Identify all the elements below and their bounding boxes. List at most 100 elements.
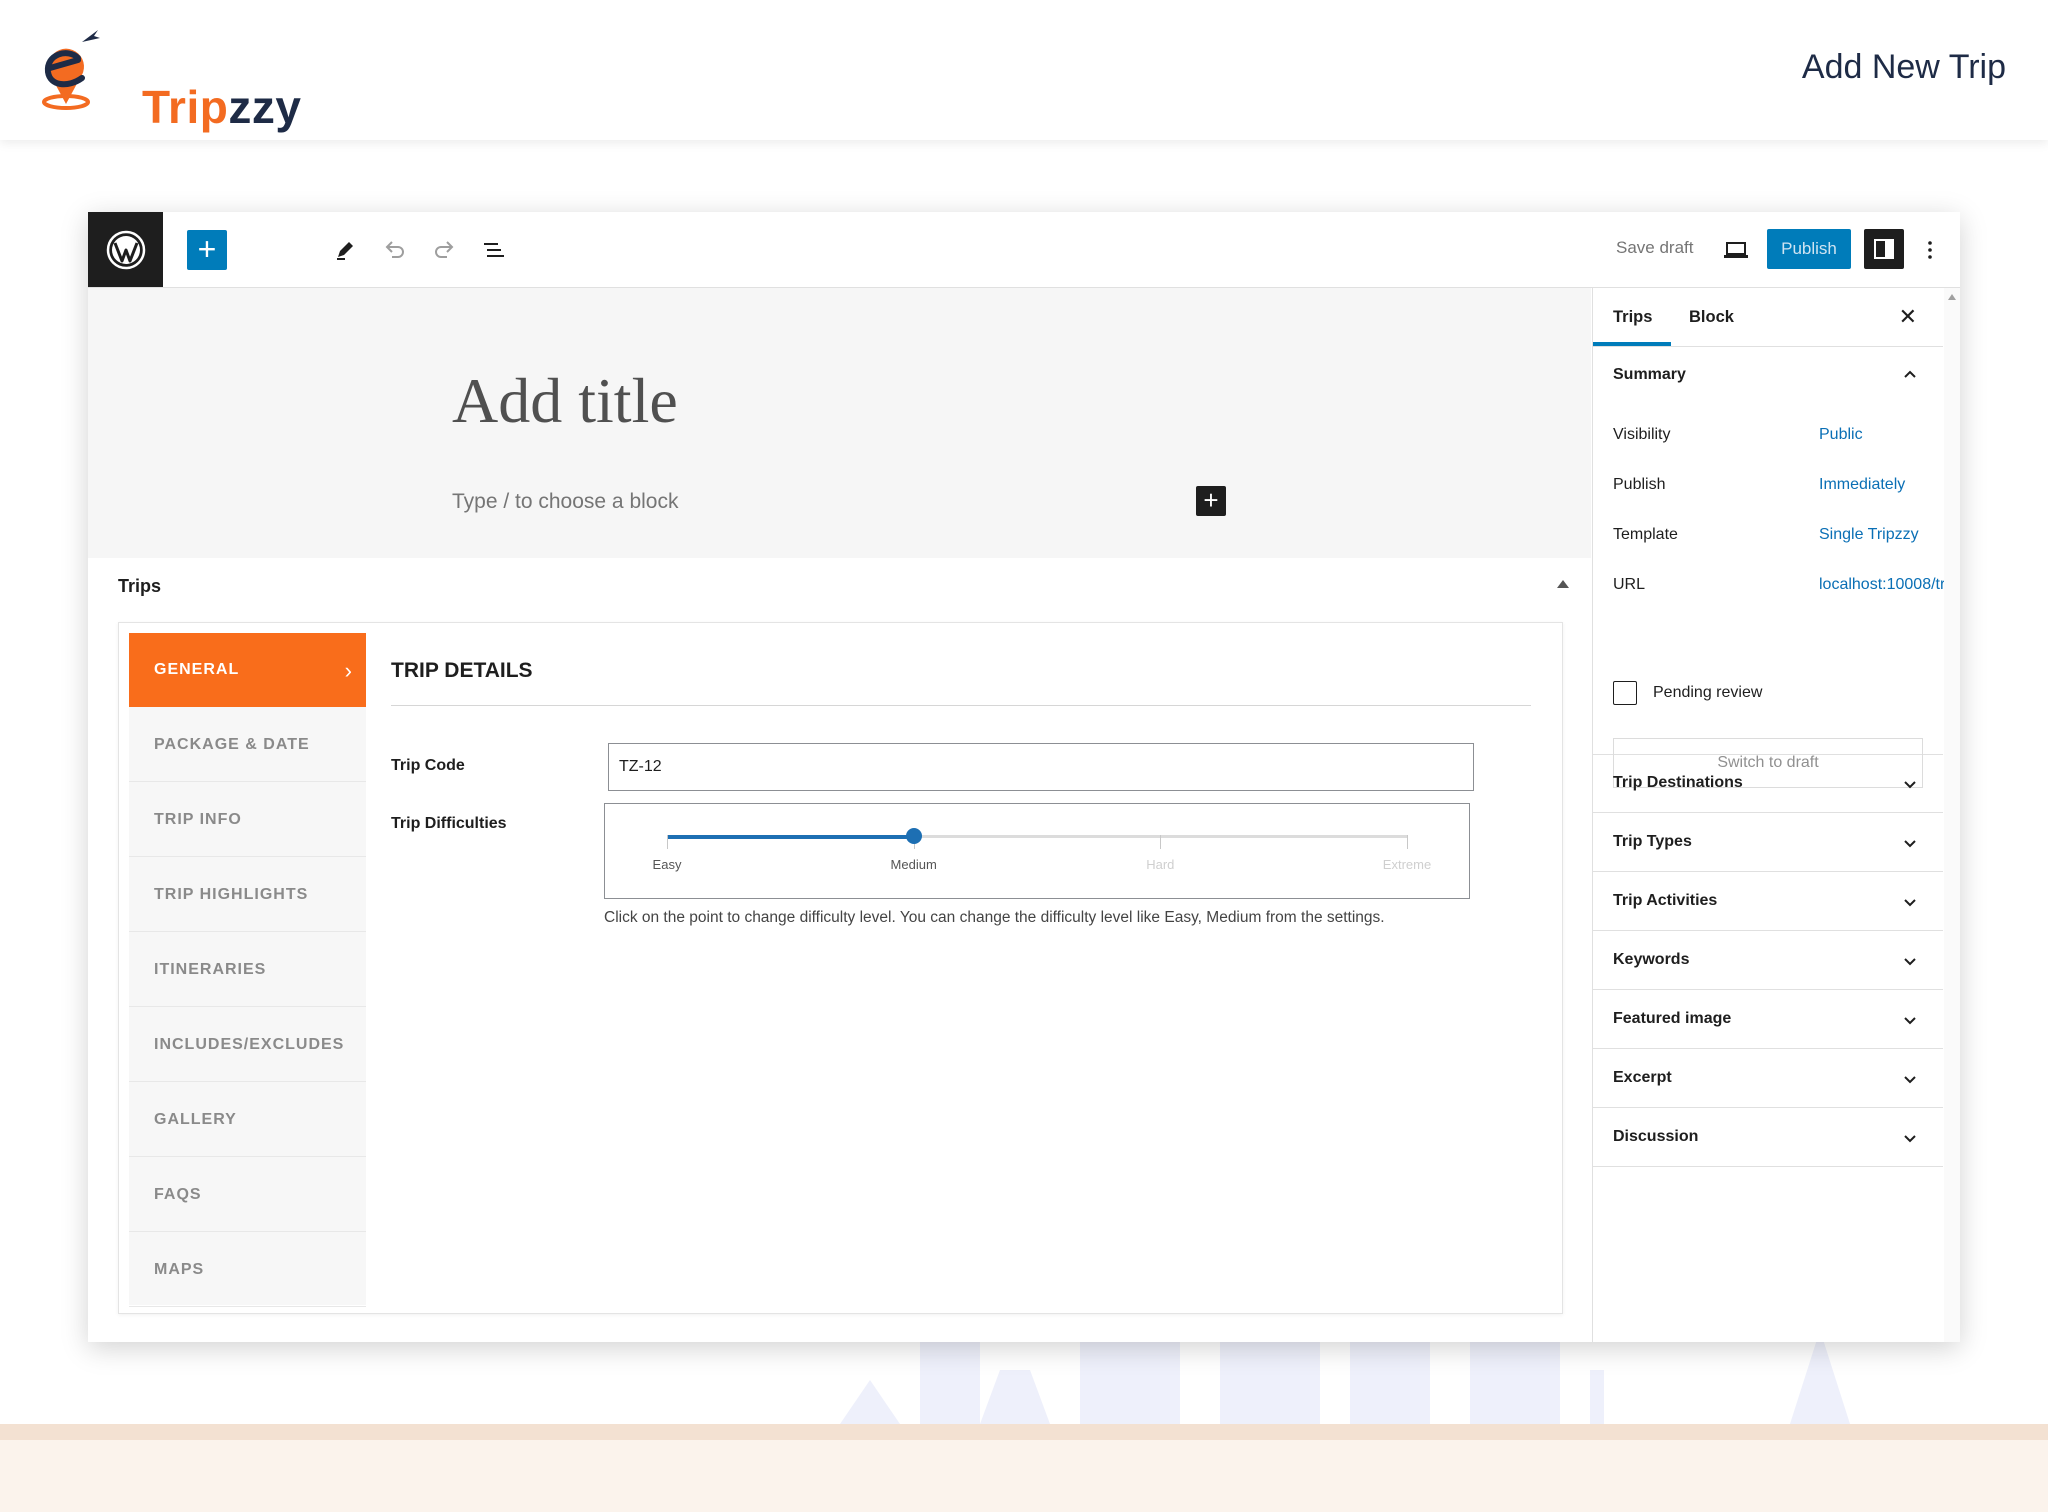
slider-thumb[interactable] [905, 828, 922, 844]
skyline-decoration-icon [840, 1330, 1850, 1424]
tab-general[interactable]: GENERAL › [129, 633, 366, 707]
wordpress-icon[interactable] [88, 212, 163, 287]
tab-gallery[interactable]: GALLERY [129, 1083, 366, 1157]
tripzzy-logo[interactable]: Tripzzy [38, 28, 301, 133]
chevron-down-icon [1904, 958, 1916, 966]
trip-details-title: TRIP DETAILS [391, 659, 533, 682]
tab-label: MAPS [154, 1261, 205, 1278]
chevron-up-icon[interactable] [1901, 366, 1919, 384]
editor-canvas: Add title Type / to choose a block + [88, 288, 1591, 559]
chevron-down-icon [1904, 781, 1916, 789]
template-value[interactable]: Single Tripzzy [1819, 526, 1919, 544]
plus-icon[interactable]: + [187, 230, 227, 270]
panel-title: Trip Types [1613, 833, 1692, 850]
tab-label: ITINERARIES [154, 961, 267, 978]
trip-code-input[interactable] [608, 743, 1474, 791]
sidebar-scrollbar[interactable] [1944, 288, 1960, 1342]
pending-review-label[interactable]: Pending review [1653, 684, 1762, 702]
summary-title[interactable]: Summary [1613, 366, 1686, 384]
tab-label: TRIP HIGHLIGHTS [154, 886, 309, 903]
tripzzy-logo-icon [42, 30, 100, 110]
tab-label: GALLERY [154, 1111, 237, 1128]
sidebar-icon[interactable] [1864, 229, 1904, 269]
panel-trip-activities[interactable]: Trip Activities [1593, 872, 1943, 931]
more-vertical-icon[interactable] [1910, 230, 1950, 270]
chevron-down-icon [1904, 1017, 1916, 1025]
editor-content: Add title Type / to choose a block + Tri… [88, 288, 1591, 1342]
laptop-icon[interactable] [1716, 230, 1756, 270]
logo-wordmark: Tripzzy [142, 81, 302, 133]
tab-package-date[interactable]: PACKAGE & DATE [129, 708, 366, 782]
undo-icon[interactable] [375, 230, 415, 270]
scroll-up-arrow-icon[interactable] [1948, 294, 1956, 300]
difficulty-help-text: Click on the point to change difficulty … [604, 909, 1385, 926]
tab-includes-excludes[interactable]: INCLUDES/EXCLUDES [129, 1008, 366, 1082]
footer-band-top [0, 1424, 2048, 1440]
pending-review-checkbox[interactable] [1613, 681, 1637, 705]
tab-trip-info[interactable]: TRIP INFO [129, 783, 366, 857]
block-editor-window: + Save draft Publish Add title Type / to… [88, 212, 1960, 1342]
panel-keywords[interactable]: Keywords [1593, 931, 1943, 990]
block-inserter-plus-icon[interactable]: + [1196, 486, 1226, 516]
slider-level-label[interactable]: Extreme [1383, 857, 1431, 872]
tab-label: TRIP INFO [154, 811, 242, 828]
difficulty-slider: Easy Medium Hard Extreme [604, 803, 1470, 899]
close-icon[interactable]: ✕ [1899, 304, 1917, 330]
slider-level-label[interactable]: Hard [1146, 857, 1174, 872]
trip-details-section: TRIP DETAILS Trip Code Trip Difficulties… [391, 633, 1531, 1293]
slider-level-label[interactable]: Easy [653, 857, 682, 872]
redo-icon[interactable] [424, 230, 464, 270]
tab-faqs[interactable]: FAQS [129, 1158, 366, 1232]
footer-band [0, 1424, 2048, 1512]
panel-title: Trip Activities [1613, 892, 1718, 909]
tab-label: PACKAGE & DATE [154, 736, 310, 753]
panel-title: Excerpt [1613, 1069, 1672, 1086]
slider-tick[interactable] [667, 835, 668, 849]
tab-label: FAQS [154, 1186, 202, 1203]
publish-label: Publish [1613, 476, 1666, 493]
save-draft-button[interactable]: Save draft [1616, 238, 1694, 258]
template-label: Template [1613, 526, 1678, 543]
panel-trip-destinations[interactable]: Trip Destinations [1593, 754, 1943, 813]
trip-code-label: Trip Code [391, 757, 465, 774]
trip-settings-panel: GENERAL › PACKAGE & DATE TRIP INFO TRIP … [118, 622, 1563, 1314]
url-value[interactable]: localhost:10008/trips... [1819, 576, 1960, 594]
metabox-title: Trips [118, 576, 162, 596]
site-header: Tripzzy Add New Trip [0, 0, 2048, 140]
trip-difficulties-label: Trip Difficulties [391, 815, 507, 832]
chevron-down-icon [1904, 1076, 1916, 1084]
chevron-down-icon [1904, 840, 1916, 848]
pencil-icon[interactable] [325, 230, 365, 270]
slider-tick[interactable] [1407, 835, 1408, 849]
list-view-icon[interactable] [474, 230, 514, 270]
publish-value[interactable]: Immediately [1819, 476, 1905, 494]
settings-sidebar: Trips Block ✕ Summary Visibility Public … [1592, 288, 1960, 1342]
panel-title: Trip Destinations [1613, 774, 1743, 791]
panel-excerpt[interactable]: Excerpt [1593, 1049, 1943, 1108]
tab-trip-highlights[interactable]: TRIP HIGHLIGHTS [129, 858, 366, 932]
panel-discussion[interactable]: Discussion [1593, 1108, 1943, 1167]
post-title-input[interactable]: Add title [452, 364, 678, 438]
collapse-arrow-icon[interactable] [1557, 580, 1569, 588]
tab-label: GENERAL [154, 661, 240, 678]
tab-block[interactable]: Block [1689, 308, 1734, 327]
sidebar-tabs: Trips Block ✕ [1593, 288, 1943, 347]
tab-itineraries[interactable]: ITINERARIES [129, 933, 366, 1007]
trip-tabs: GENERAL › PACKAGE & DATE TRIP INFO TRIP … [129, 633, 366, 1307]
tab-trips[interactable]: Trips [1613, 308, 1652, 327]
panel-trip-types[interactable]: Trip Types [1593, 813, 1943, 872]
panel-title: Keywords [1613, 951, 1690, 968]
slider-fill [667, 835, 914, 839]
block-placeholder[interactable]: Type / to choose a block [452, 490, 678, 514]
page-heading: Add New Trip [1801, 48, 2006, 86]
chevron-down-icon [1904, 899, 1916, 907]
slider-level-label[interactable]: Medium [891, 857, 937, 872]
publish-button[interactable]: Publish [1767, 229, 1851, 269]
slider-tick[interactable] [1160, 835, 1162, 849]
panel-featured-image[interactable]: Featured image [1593, 990, 1943, 1049]
editor-toolbar: + Save draft Publish [88, 212, 1960, 288]
divider [391, 705, 1531, 706]
visibility-value[interactable]: Public [1819, 426, 1863, 444]
tab-maps[interactable]: MAPS [129, 1233, 366, 1307]
summary-panel: Summary Visibility Public Publish Immedi… [1593, 346, 1960, 788]
